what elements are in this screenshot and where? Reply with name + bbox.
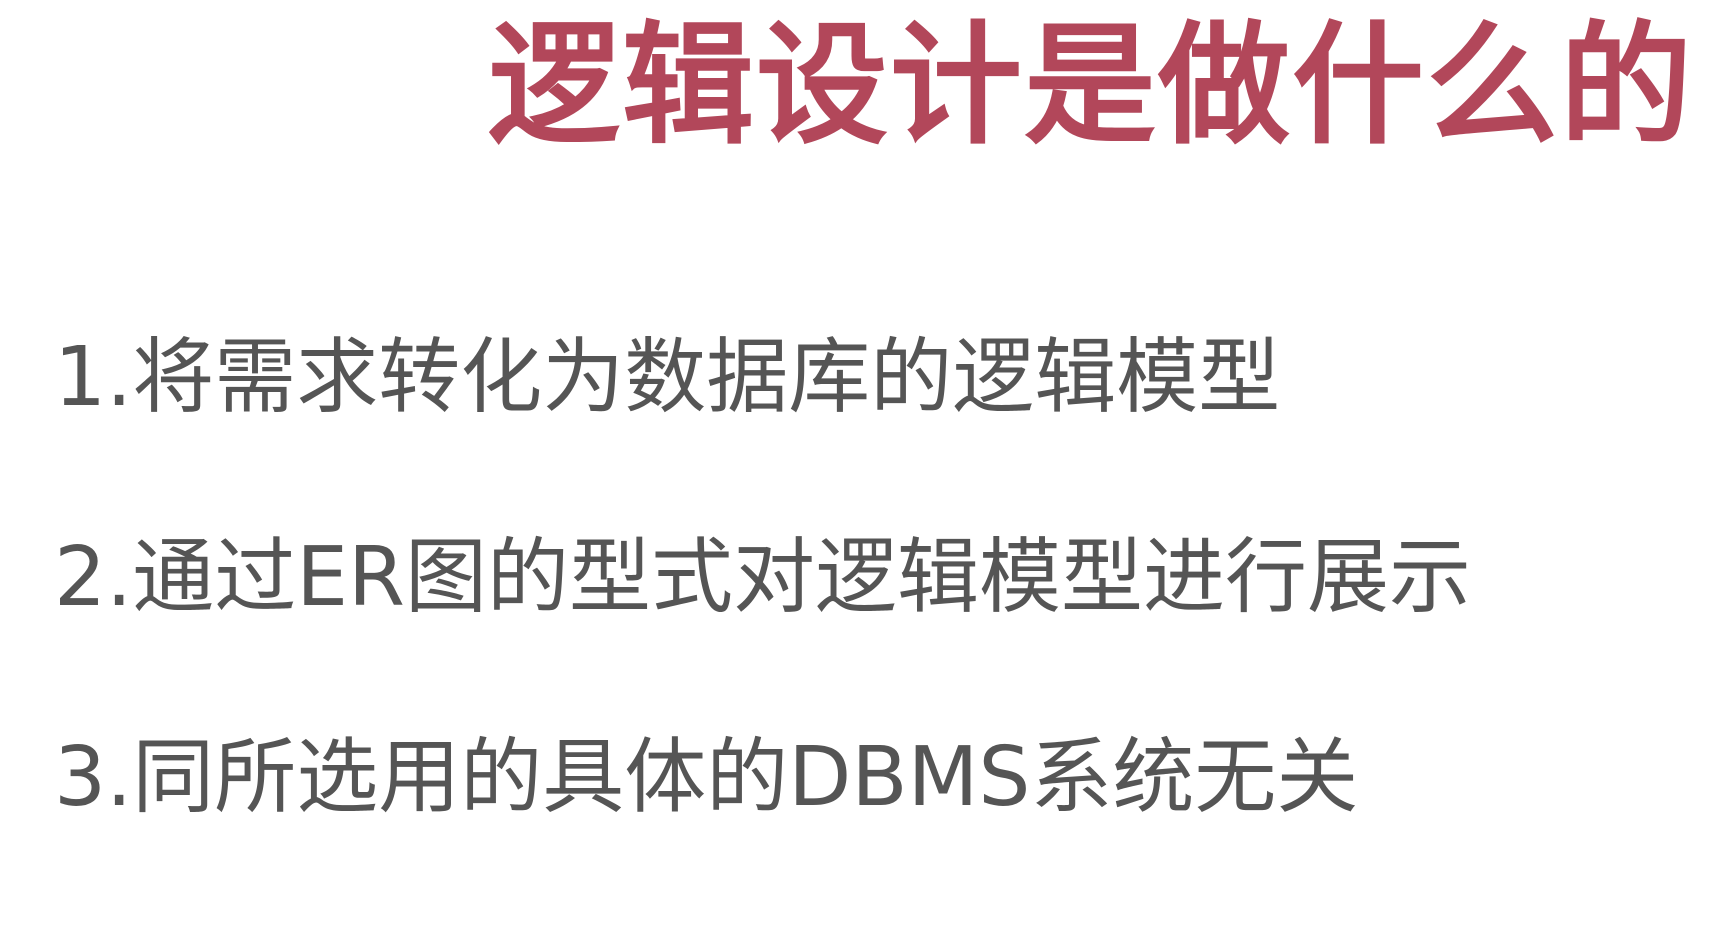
slide: 逻辑设计是做什么的 1.将需求转化为数据库的逻辑模型 2.通过ER图的型式对逻辑… (0, 0, 1714, 926)
point-list: 1.将需求转化为数据库的逻辑模型 2.通过ER图的型式对逻辑模型进行展示 3.同… (54, 330, 1471, 826)
point-item-1: 1.将需求转化为数据库的逻辑模型 (54, 330, 1281, 425)
point-item-2: 2.通过ER图的型式对逻辑模型进行展示 (54, 530, 1472, 625)
point-item-3: 3.同所选用的具体的DBMS系统无关 (54, 730, 1359, 825)
slide-title: 逻辑设计是做什么的 (488, 9, 1694, 163)
